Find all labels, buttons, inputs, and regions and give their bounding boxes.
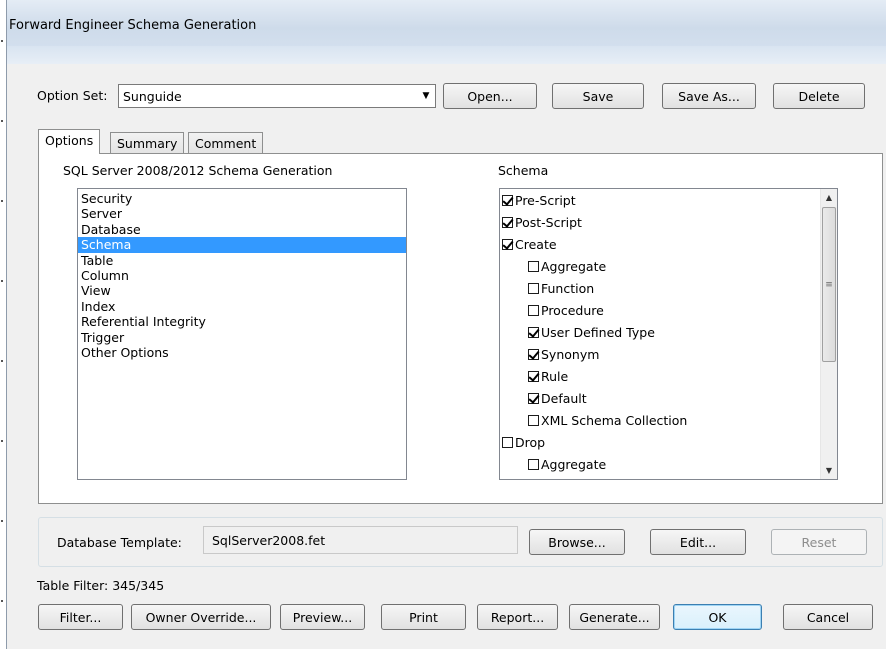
list-item[interactable]: Index — [78, 299, 406, 314]
checkbox-icon[interactable] — [502, 238, 513, 250]
tree-option-row[interactable]: Procedure — [528, 299, 604, 321]
checkbox-icon[interactable] — [528, 348, 539, 360]
checkbox-icon[interactable] — [528, 458, 539, 470]
option-set-value: Sunguide — [123, 88, 182, 104]
dialog-client-area: Option Set: Sunguide ▼ Open... Save Save… — [7, 64, 886, 649]
list-item[interactable]: Other Options — [78, 345, 406, 360]
ok-button[interactable]: OK — [673, 604, 762, 630]
schema-tree-scrollbar[interactable]: ▲ ≡ ▼ — [820, 189, 837, 479]
print-button[interactable]: Print — [381, 604, 466, 630]
list-item[interactable]: Trigger — [78, 330, 406, 345]
checkbox-icon[interactable] — [528, 392, 539, 404]
tree-option-row[interactable]: Aggregate — [528, 255, 606, 277]
preview-button[interactable]: Preview... — [280, 604, 365, 630]
tree-option-row[interactable]: Synonym — [528, 343, 599, 365]
checkbox-icon[interactable] — [528, 326, 539, 338]
checkbox-icon[interactable] — [528, 370, 539, 382]
tree-option-row[interactable]: Post-Script — [502, 211, 582, 233]
list-item[interactable]: Table — [78, 253, 406, 268]
tree-option-label: Function — [541, 280, 595, 296]
scroll-thumb[interactable]: ≡ — [822, 207, 836, 362]
tree-option-label: Default — [541, 390, 587, 406]
option-set-label: Option Set: — [37, 88, 108, 103]
database-template-label: Database Template: — [57, 535, 182, 550]
options-tab-panel: SQL Server 2008/2012 Schema Generation S… — [38, 153, 883, 504]
save-as-button[interactable]: Save As... — [662, 83, 756, 109]
left-panel-heading: SQL Server 2008/2012 Schema Generation — [63, 163, 333, 178]
title-bar[interactable]: Forward Engineer Schema Generation — [7, 0, 886, 64]
tree-option-label: Synonym — [541, 346, 600, 362]
title-bar-stripe — [7, 46, 886, 64]
browse-button[interactable]: Browse... — [529, 529, 625, 555]
open-button[interactable]: Open... — [443, 83, 537, 109]
reset-button[interactable]: Reset — [771, 529, 867, 555]
filter-button[interactable]: Filter... — [38, 604, 123, 630]
tree-option-row[interactable]: Default — [528, 387, 587, 409]
cancel-button[interactable]: Cancel — [783, 604, 873, 630]
owner-override-button[interactable]: Owner Override... — [131, 604, 271, 630]
delete-button[interactable]: Delete — [773, 83, 865, 109]
tree-option-row[interactable]: Create — [502, 233, 557, 255]
tree-option-label: User Defined Type — [541, 324, 655, 340]
checkbox-icon[interactable] — [528, 260, 539, 272]
tree-option-label: Drop — [515, 434, 546, 450]
list-item[interactable]: Referential Integrity — [78, 314, 406, 329]
category-list[interactable]: Security Server Database Schema Table Column V… — [77, 188, 407, 480]
list-item[interactable]: Database — [78, 222, 406, 237]
database-template-group: Database Template: SqlServer2008.fet Bro… — [38, 517, 883, 567]
tree-option-label: Post-Script — [515, 214, 582, 230]
table-filter-status: Table Filter: 345/345 — [37, 578, 165, 593]
tree-option-label: Rule — [541, 368, 569, 384]
checkbox-icon[interactable] — [502, 216, 513, 228]
tree-option-row[interactable]: Pre-Script — [502, 189, 576, 211]
list-item[interactable]: Security — [78, 191, 406, 206]
tree-option-label: Create — [515, 236, 557, 252]
checkbox-icon[interactable] — [528, 304, 539, 316]
list-item[interactable]: View — [78, 283, 406, 298]
tree-option-label: Aggregate — [541, 456, 607, 472]
scroll-down-icon[interactable]: ▼ — [821, 462, 837, 479]
database-template-field[interactable]: SqlServer2008.fet — [203, 526, 518, 554]
tree-option-row[interactable]: XML Schema Collection — [528, 409, 687, 431]
list-item[interactable]: Server — [78, 206, 406, 221]
tree-option-label: Procedure — [541, 302, 604, 318]
checkbox-icon[interactable] — [528, 414, 539, 426]
tab-comment[interactable]: Comment — [188, 132, 264, 154]
database-template-value: SqlServer2008.fet — [212, 532, 326, 548]
tree-option-row[interactable]: User Defined Type — [528, 321, 655, 343]
tree-option-label: Pre-Script — [515, 192, 576, 208]
checkbox-icon[interactable] — [528, 282, 539, 294]
tree-option-row[interactable]: Drop — [502, 431, 545, 453]
option-set-combo[interactable]: Sunguide ▼ — [118, 84, 436, 108]
window-title: Forward Engineer Schema Generation — [9, 18, 257, 33]
schema-options-tree[interactable]: Pre-Script Post-Script Create Aggregate Func… — [499, 188, 838, 480]
tree-option-row[interactable]: Rule — [528, 365, 568, 387]
scroll-up-icon[interactable]: ▲ — [821, 189, 837, 206]
report-button[interactable]: Report... — [477, 604, 558, 630]
dialog-window: Forward Engineer Schema Generation Optio… — [6, 0, 886, 649]
tab-options[interactable]: Options — [38, 129, 101, 154]
checkbox-icon[interactable] — [502, 436, 513, 448]
save-button[interactable]: Save — [552, 83, 644, 109]
checkbox-icon[interactable] — [502, 194, 513, 206]
tree-option-row[interactable]: Function — [528, 277, 594, 299]
list-item[interactable]: Schema — [78, 237, 406, 253]
tree-option-label: XML Schema Collection — [541, 412, 688, 428]
list-item[interactable]: Column — [78, 268, 406, 283]
right-panel-heading: Schema — [498, 163, 549, 178]
chevron-down-icon[interactable]: ▼ — [417, 91, 435, 101]
generate-button[interactable]: Generate... — [569, 604, 660, 630]
tab-summary[interactable]: Summary — [110, 132, 185, 154]
tree-option-label: Aggregate — [541, 258, 607, 274]
edit-button[interactable]: Edit... — [650, 529, 746, 555]
tree-option-row[interactable]: Aggregate — [528, 453, 606, 475]
